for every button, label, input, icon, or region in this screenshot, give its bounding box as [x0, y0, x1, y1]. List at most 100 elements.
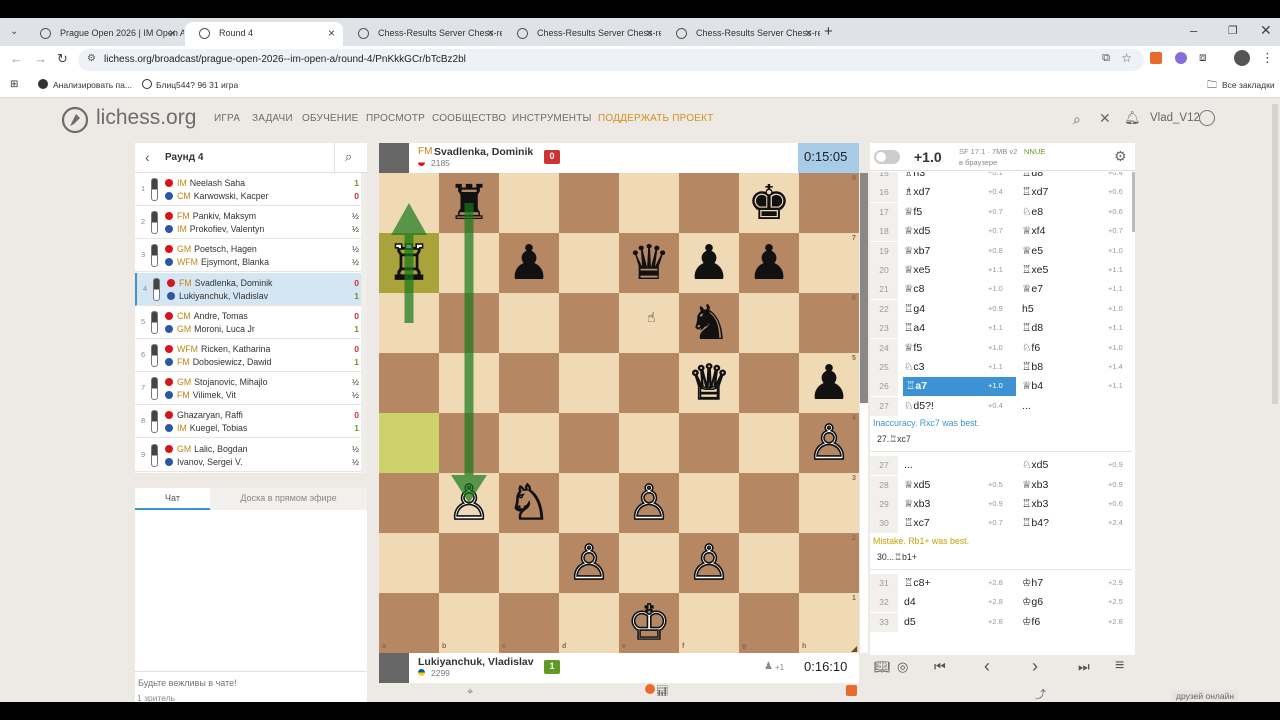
tab-close-icon[interactable]: ×	[328, 26, 335, 40]
extensions-icon[interactable]: ⧈	[1199, 50, 1207, 65]
reload-icon[interactable]: ↻	[57, 51, 68, 67]
first-move-icon[interactable]: ⏮	[934, 659, 946, 675]
nav-tools[interactable]: ИНСТРУМЕНТЫ	[512, 113, 592, 124]
variation-line[interactable]: 30...♖b1+	[870, 552, 1132, 570]
forward-icon[interactable]: →	[34, 51, 47, 66]
lichess-logo-icon[interactable]	[61, 106, 89, 134]
black-move[interactable]: ♖xd7	[1022, 186, 1048, 198]
white-move[interactable]: ♖c8+	[904, 577, 1000, 589]
white-move[interactable]: ♕xd5	[904, 479, 1000, 491]
multiboard-icon[interactable]	[846, 685, 857, 696]
last-move-icon[interactable]: ⏭	[1078, 659, 1090, 675]
chess-board[interactable]: 87654321abcdefgh ♜♚♖♟♛♟♟♞♕♟♙♙♘♙♙♙♔ ☝ ◢	[379, 173, 859, 653]
white-move[interactable]: ♖a4	[904, 322, 1000, 334]
browser-tab[interactable]: Chess-Results Server Chess-res ×	[662, 22, 820, 46]
scrollbar[interactable]	[361, 173, 367, 473]
game-row[interactable]: 2 FM Pankiv, Maksym ½ IM Prokofiev, Valentyn ½	[135, 206, 367, 240]
nav-puzzles[interactable]: ЗАДАЧИ	[252, 113, 293, 124]
page-scrollbar[interactable]	[1272, 104, 1278, 404]
white-move[interactable]: ♕xb7	[904, 245, 1000, 257]
bell-icon[interactable]: 🔔︎	[1124, 110, 1141, 126]
bottom-player-name[interactable]: Lukiyanchuk, Vladislav	[418, 656, 534, 668]
friends-online[interactable]: друзей онлайн	[1172, 690, 1239, 702]
nav-learn[interactable]: ОБУЧЕНИЕ	[302, 113, 358, 124]
black-move[interactable]: h5	[1022, 303, 1034, 315]
white-move[interactable]: d4	[904, 596, 1000, 608]
nav-donate[interactable]: ПОДДЕРЖАТЬ ПРОЕКТ	[598, 113, 714, 124]
game-row[interactable]: 6 WFM Ricken, Katharina 0 FM Dobosiewicz, Daw…	[135, 339, 367, 372]
next-move-icon[interactable]: ›	[1032, 656, 1038, 677]
game-row[interactable]: 7 GM Stojanovic, Mihajlo ½ FM Vilimek, Vit ½	[135, 372, 367, 406]
tag-icon[interactable]: ⌖	[467, 686, 473, 699]
white-move[interactable]: ♘c3	[904, 361, 1000, 373]
engine-toggle[interactable]	[874, 150, 900, 164]
all-bookmarks[interactable]: Все закладки	[1222, 80, 1275, 90]
white-move[interactable]: ♖xc7	[904, 517, 1000, 529]
game-row[interactable]: 5 CM Andre, Tomas 0 GM Moroni, Luca Jr 1	[135, 306, 367, 339]
share-icon[interactable]: ⤴	[1035, 686, 1046, 702]
black-move[interactable]: ♘e8	[1022, 206, 1043, 218]
round-title[interactable]: Раунд 4	[165, 152, 203, 163]
white-move[interactable]: ♖g4	[904, 303, 1000, 315]
minimize-icon[interactable]: –	[1190, 23, 1197, 38]
extension-fox-icon[interactable]	[1150, 52, 1162, 64]
move-list-scrollbar[interactable]	[1132, 172, 1135, 232]
nav-play[interactable]: ИГРА	[214, 113, 240, 124]
tab-close-icon[interactable]: ×	[487, 26, 494, 40]
black-move[interactable]: ♘xd5	[1022, 459, 1048, 471]
white-move[interactable]: ♘d5?!	[904, 400, 1000, 412]
black-move[interactable]: ♕b4	[1022, 380, 1043, 392]
chart-icon[interactable]: 📊︎	[656, 686, 669, 697]
tab-live-board[interactable]: Доска в прямом эфире	[210, 488, 367, 510]
black-move[interactable]: ♕e5	[1022, 245, 1043, 257]
install-icon[interactable]: ⧉	[1102, 52, 1110, 65]
gear-icon[interactable]: ⚙	[1114, 148, 1127, 165]
white-move[interactable]: d5	[904, 616, 1000, 628]
site-logo-text[interactable]: lichess.org	[96, 106, 196, 130]
apps-grid-icon[interactable]: ⊞	[10, 79, 18, 90]
black-move[interactable]: ♖b4?	[1022, 517, 1049, 529]
white-move[interactable]: ♕f5	[904, 342, 1000, 354]
game-row[interactable]: 9 GM Lalic, Bogdan ½ Ivanov, Sergei V. ½	[135, 439, 367, 472]
profile-avatar[interactable]	[1234, 50, 1250, 66]
tab-close-icon[interactable]: ×	[169, 26, 176, 40]
white-move[interactable]: ♕xe5	[904, 264, 1000, 276]
white-move[interactable]: ♗xd7	[904, 186, 1000, 198]
black-move[interactable]: ♖b8	[1022, 361, 1043, 373]
white-move[interactable]: ♕xb3	[904, 498, 1000, 510]
black-move[interactable]: ♔h7	[1022, 577, 1043, 589]
browser-tab[interactable]: Chess-Results Server Chess-res ×	[503, 22, 661, 46]
black-move[interactable]: ♕e7	[1022, 283, 1043, 295]
back-icon[interactable]: ←	[10, 51, 23, 66]
browser-tab[interactable]: Prague Open 2026 | IM Open A ×	[26, 22, 184, 46]
black-move[interactable]: ♖d8	[1022, 322, 1043, 334]
game-row[interactable]: 4 FM Svadlenka, Dominik 0 Lukiyanchuk, Vladi…	[135, 272, 367, 306]
black-move[interactable]: ♕xf4	[1022, 225, 1045, 237]
extension-purple-icon[interactable]	[1175, 52, 1187, 64]
maximize-icon[interactable]: ❐	[1228, 24, 1238, 37]
game-row[interactable]: 3 GM Poetsch, Hagen ½ WFM Ejsymont, Blanka ½	[135, 239, 367, 273]
browser-tab[interactable]: Chess-Results Server Chess-res ×	[344, 22, 502, 46]
chat-input[interactable]	[135, 671, 367, 693]
chevron-left-icon[interactable]: ‹	[145, 149, 150, 165]
search-icon[interactable]: ⌕	[1073, 111, 1081, 128]
broadcast-icon[interactable]	[645, 684, 655, 694]
bookmark-star-icon[interactable]: ☆	[1121, 51, 1132, 65]
target-icon[interactable]: ◎	[897, 659, 908, 675]
board-resize-icon[interactable]: ◢	[851, 644, 857, 653]
search-games-icon[interactable]: ⌕	[345, 149, 352, 165]
tab-close-icon[interactable]: ×	[805, 26, 812, 40]
white-move[interactable]: ♕f5	[904, 206, 1000, 218]
black-move[interactable]: ...	[1022, 400, 1031, 412]
black-move[interactable]: ♖xe5	[1022, 264, 1048, 276]
white-move[interactable]: ♕c8	[904, 283, 1000, 295]
menu-icon[interactable]: ≡	[1115, 657, 1124, 675]
x-icon[interactable]: ✕	[1099, 110, 1111, 127]
game-row[interactable]: 1 IM Neelash Saha 1 CM Karwowski, Kacper 0	[135, 173, 367, 206]
new-tab-button[interactable]: +	[824, 23, 833, 40]
black-move[interactable]: ♔g6	[1022, 596, 1043, 608]
top-player-name[interactable]: Svadlenka, Dominik	[434, 146, 533, 158]
black-move[interactable]: ♖xb3	[1022, 498, 1048, 510]
black-move[interactable]: ♖d8	[1022, 172, 1043, 179]
browser-tab[interactable]: Round 4 ×	[185, 22, 343, 46]
